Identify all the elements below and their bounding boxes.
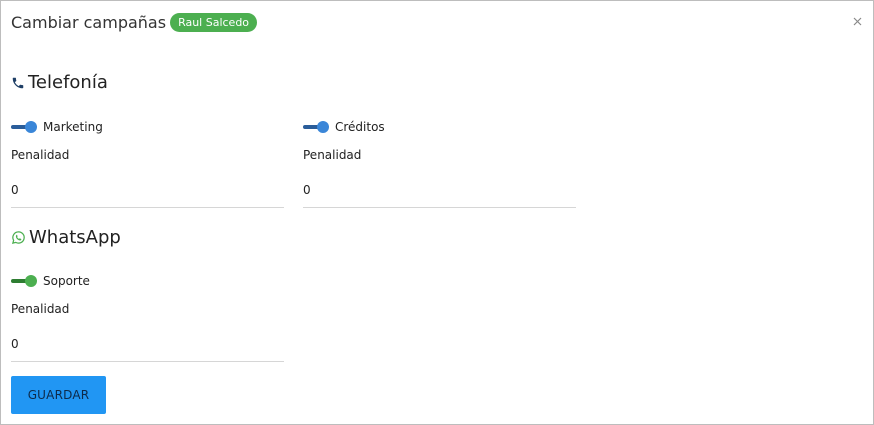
campaign-creditos: Créditos Penalidad: [303, 119, 576, 208]
save-button[interactable]: GUARDAR: [11, 376, 106, 414]
section-telefonia-label: Telefonía: [28, 72, 108, 93]
campaign-soporte: Soporte Penalidad: [11, 273, 284, 362]
dialog-header: Cambiar campañas Raul Salcedo: [11, 13, 258, 32]
marketing-penalty-input[interactable]: [11, 183, 284, 208]
section-telefonia-title: Telefonía: [11, 72, 108, 93]
close-button[interactable]: [851, 15, 863, 27]
user-badge: Raul Salcedo: [170, 13, 258, 32]
marketing-toggle[interactable]: [11, 120, 39, 134]
dialog-title: Cambiar campañas: [11, 13, 167, 32]
whatsapp-icon: [11, 231, 25, 245]
penalty-label: Penalidad: [11, 302, 70, 316]
penalty-label: Penalidad: [11, 148, 70, 162]
soporte-label: Soporte: [43, 274, 90, 288]
marketing-label: Marketing: [43, 120, 103, 134]
soporte-penalty-input[interactable]: [11, 337, 284, 362]
section-whatsapp-title: WhatsApp: [11, 227, 121, 248]
penalty-label: Penalidad: [303, 148, 362, 162]
creditos-toggle[interactable]: [303, 120, 331, 134]
close-icon: [853, 17, 861, 25]
creditos-label: Créditos: [335, 120, 385, 134]
phone-icon: [12, 77, 24, 88]
section-whatsapp-label: WhatsApp: [29, 227, 121, 248]
campaign-marketing: Marketing Penalidad: [11, 119, 284, 208]
change-campaigns-dialog: Cambiar campañas Raul Salcedo Telefonía …: [0, 0, 874, 425]
soporte-toggle[interactable]: [11, 274, 39, 288]
creditos-penalty-input[interactable]: [303, 183, 576, 208]
